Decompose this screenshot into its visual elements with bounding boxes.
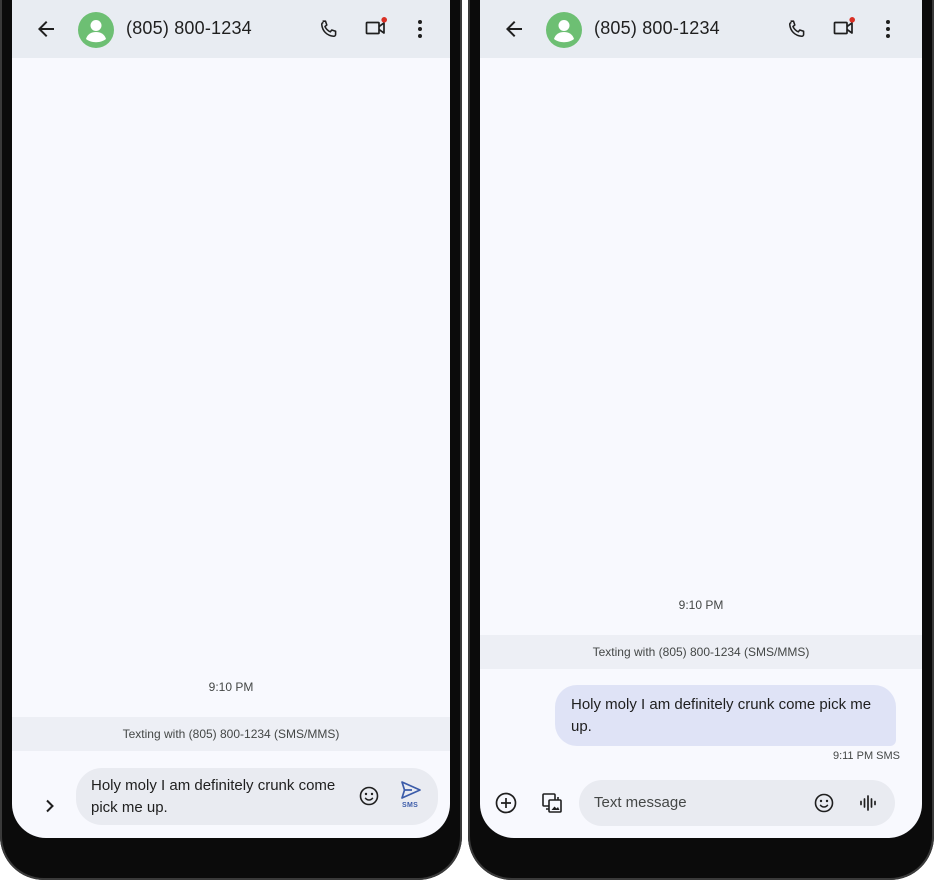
voice-icon[interactable] (857, 792, 879, 814)
send-sms-button[interactable]: SMS (396, 778, 426, 814)
notification-dot (849, 17, 855, 23)
phone-icon[interactable] (318, 18, 340, 40)
conversation-screen-draft: (805) 800-1234 9:10 PM Texting with (805… (12, 0, 450, 838)
contact-title[interactable]: (805) 800-1234 (126, 18, 252, 39)
compose-field[interactable]: Text message (579, 780, 895, 826)
contact-avatar[interactable] (546, 12, 582, 48)
phone-frame-left: (805) 800-1234 9:10 PM Texting with (805… (0, 0, 462, 880)
phone-icon[interactable] (786, 18, 808, 40)
sms-info-bar: Texting with (805) 800-1234 (SMS/MMS) (480, 635, 922, 669)
send-icon (401, 781, 421, 799)
person-icon (554, 20, 574, 43)
more-vert-icon[interactable] (878, 17, 898, 41)
person-icon (86, 20, 106, 43)
conversation-timestamp: 9:10 PM (678, 598, 724, 612)
back-arrow-icon[interactable] (34, 17, 58, 41)
emoji-icon[interactable] (813, 792, 835, 814)
sms-info-bar: Texting with (805) 800-1234 (SMS/MMS) (12, 717, 450, 751)
video-camera-icon[interactable] (364, 16, 388, 40)
top-app-bar: (805) 800-1234 (480, 0, 922, 58)
more-vert-icon[interactable] (410, 17, 430, 41)
compose-field[interactable]: Holy moly I am definitely crunk come pic… (76, 768, 438, 825)
top-app-bar: (805) 800-1234 (12, 0, 450, 58)
conversation-timestamp: 9:10 PM (208, 680, 254, 694)
gallery-icon[interactable] (540, 791, 564, 815)
send-sms-label: SMS (402, 802, 419, 809)
compose-placeholder[interactable]: Text message (594, 792, 687, 814)
chevron-right-icon[interactable] (40, 796, 60, 816)
sent-message-bubble[interactable]: Holy moly I am definitely crunk come pic… (555, 685, 896, 746)
phone-frame-right: (805) 800-1234 9:10 PM Texting with (805… (468, 0, 934, 880)
add-circle-icon[interactable] (494, 791, 518, 815)
back-arrow-icon[interactable] (502, 17, 526, 41)
message-status: 9:11 PM SMS (832, 750, 900, 762)
contact-avatar[interactable] (78, 12, 114, 48)
emoji-icon[interactable] (358, 785, 380, 807)
message-text: Holy moly I am definitely crunk come pic… (571, 696, 872, 735)
notification-dot (381, 17, 387, 23)
draft-message-text[interactable]: Holy moly I am definitely crunk come pic… (91, 775, 353, 819)
conversation-screen-sent: (805) 800-1234 9:10 PM Texting with (805… (480, 0, 922, 838)
contact-title[interactable]: (805) 800-1234 (594, 18, 720, 39)
video-camera-icon[interactable] (832, 16, 856, 40)
